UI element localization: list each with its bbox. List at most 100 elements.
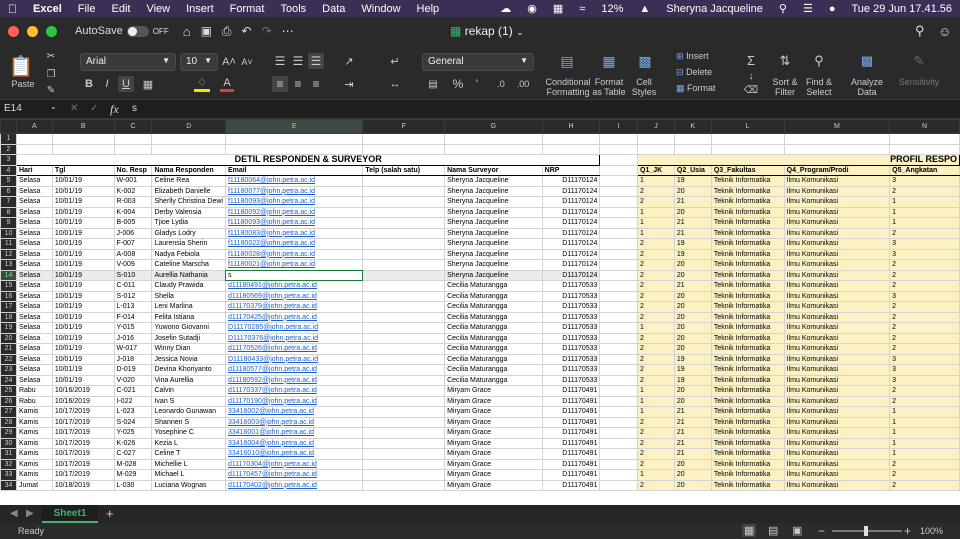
cell[interactable]: 2 xyxy=(637,353,675,365)
cell[interactable]: D11170533 xyxy=(541,290,601,302)
border-icon[interactable]: ▦ xyxy=(140,76,156,92)
cell[interactable]: J-006 xyxy=(113,227,153,239)
cell[interactable]: Selasa xyxy=(15,217,53,229)
cell[interactable]: Teknik Informatika xyxy=(710,269,785,281)
cell[interactable]: 21 xyxy=(673,437,712,449)
cell[interactable]: Selasa xyxy=(15,322,53,334)
email-cell[interactable]: f11180083@john.petra.ac.id xyxy=(224,227,364,239)
cell[interactable] xyxy=(599,217,639,229)
cell[interactable]: Cecilia Maturangga xyxy=(444,374,543,386)
cell[interactable] xyxy=(599,301,639,313)
cell[interactable]: 1 xyxy=(637,175,675,187)
column-label[interactable]: Nama Responden xyxy=(151,164,226,176)
find-select-button[interactable]: Find & Select xyxy=(802,77,836,97)
column-label[interactable]: Telp (salah satu) xyxy=(362,164,446,176)
cell[interactable]: 10/01/19 xyxy=(51,227,115,239)
row-header[interactable]: 19 xyxy=(0,322,17,334)
cell[interactable]: D11170124 xyxy=(541,175,601,187)
cell[interactable]: 19 xyxy=(673,238,712,250)
worksheet-grid[interactable]: ABCDEFGHIJKLMN 1 2 3 DETIL RESPONDEN & SURV… xyxy=(0,119,960,505)
email-cell[interactable]: d11180491@john.petra.ac.id xyxy=(224,280,364,292)
cell[interactable]: 1 xyxy=(889,416,960,428)
cell[interactable]: Ilmu Komunikasi xyxy=(783,217,891,229)
bluetooth-icon[interactable]: ≈ xyxy=(571,3,593,15)
cell[interactable]: Ilmu Komunikasi xyxy=(783,364,891,376)
cell[interactable]: Elizabeth Danielle xyxy=(151,185,226,197)
cell[interactable]: Sheryna Jacqueline xyxy=(444,227,543,239)
menu-edit[interactable]: Edit xyxy=(103,3,138,15)
cell[interactable]: Ilmu Komunikasi xyxy=(783,259,891,271)
cell[interactable]: Sherlly Christina Dewi xyxy=(151,196,226,208)
cell[interactable] xyxy=(362,364,446,376)
cell[interactable] xyxy=(599,311,639,323)
cell[interactable]: J-018 xyxy=(113,353,153,365)
cell[interactable]: F-007 xyxy=(113,238,153,250)
cell[interactable]: Ilmu Komunikasi xyxy=(783,248,891,260)
cell[interactable]: Sheryna Jacqueline xyxy=(444,175,543,187)
cell[interactable]: 10/01/19 xyxy=(51,374,115,386)
autosave-toggle[interactable] xyxy=(126,25,149,37)
cell[interactable] xyxy=(51,133,115,145)
cell[interactable]: Y-015 xyxy=(113,322,153,334)
cell[interactable]: D11170533 xyxy=(541,301,601,313)
cell[interactable]: 2 xyxy=(637,196,675,208)
close-window-button[interactable] xyxy=(8,25,19,37)
grid-icon[interactable]: ▦ xyxy=(545,2,571,15)
column-label[interactable]: Hari xyxy=(15,164,53,176)
cell[interactable]: Miryam Grace xyxy=(444,448,543,460)
cell[interactable] xyxy=(599,437,639,449)
cell[interactable]: Ivan S xyxy=(151,395,226,407)
fill-color-icon[interactable]: ♢ xyxy=(194,76,210,92)
cell[interactable]: 10/18/2019 xyxy=(51,479,115,491)
column-label[interactable]: Email xyxy=(224,164,364,176)
cell[interactable]: 2 xyxy=(637,269,675,281)
cell[interactable]: 10/17/2019 xyxy=(51,427,115,439)
cell[interactable] xyxy=(599,185,639,197)
email-cell[interactable]: d11170526@john.petra.ac.id xyxy=(224,343,364,355)
column-label[interactable]: NRP xyxy=(541,164,601,176)
cell[interactable]: 1 xyxy=(637,322,675,334)
analyze-data-button[interactable]: Analyze Data xyxy=(848,77,886,97)
cell[interactable] xyxy=(362,448,446,460)
cell[interactable]: 20 xyxy=(673,469,712,481)
cell[interactable]: Ilmu Komunikasi xyxy=(783,311,891,323)
cell[interactable]: 3 xyxy=(889,374,960,386)
cell[interactable]: Selasa xyxy=(15,259,53,271)
cell[interactable]: 20 xyxy=(673,395,712,407)
cell[interactable]: Selasa xyxy=(15,301,53,313)
cell[interactable]: Calvin xyxy=(151,385,226,397)
cell[interactable]: Kamis xyxy=(15,406,53,418)
cell[interactable]: 10/01/19 xyxy=(51,364,115,376)
menu-insert[interactable]: Insert xyxy=(178,3,222,15)
cell[interactable]: Rabu xyxy=(15,385,53,397)
cell[interactable]: D11170491 xyxy=(541,395,601,407)
cell[interactable]: Ilmu Komunikasi xyxy=(783,280,891,292)
email-cell[interactable]: d11170190@john.petra.ac.id xyxy=(224,395,364,407)
cell[interactable]: Cecilia Maturangga xyxy=(444,343,543,355)
cell[interactable]: Teknik Informatika xyxy=(710,311,785,323)
cell[interactable]: Ilmu Komunikasi xyxy=(783,185,891,197)
cell[interactable]: 1 xyxy=(637,217,675,229)
row-header[interactable]: 32 xyxy=(0,458,17,470)
row-header[interactable]: 27 xyxy=(0,406,17,418)
cell[interactable]: 2 xyxy=(889,311,960,323)
cell[interactable]: A-008 xyxy=(113,248,153,260)
cell[interactable]: Teknik Informatika xyxy=(710,259,785,271)
cell[interactable] xyxy=(599,416,639,428)
cell[interactable]: 2 xyxy=(889,395,960,407)
cell[interactable]: 2 xyxy=(889,479,960,491)
cell[interactable]: D-019 xyxy=(113,364,153,376)
cell[interactable]: 2 xyxy=(889,469,960,481)
cell[interactable] xyxy=(362,248,446,260)
cell[interactable]: 10/01/19 xyxy=(51,196,115,208)
cell[interactable] xyxy=(599,164,639,176)
cell[interactable]: Aurellia Nathania xyxy=(151,269,226,281)
cell[interactable]: Miryam Grace xyxy=(444,395,543,407)
cell[interactable]: D11170491 xyxy=(541,469,601,481)
email-cell[interactable]: 33416004@john.petra.ac.id xyxy=(224,437,364,449)
cell[interactable]: Teknik Informatika xyxy=(710,343,785,355)
row-header[interactable]: 2 xyxy=(0,143,17,155)
cell[interactable]: Ilmu Komunikasi xyxy=(783,206,891,218)
cell[interactable]: D11170533 xyxy=(541,364,601,376)
cell[interactable]: Ilmu Komunikasi xyxy=(783,269,891,281)
